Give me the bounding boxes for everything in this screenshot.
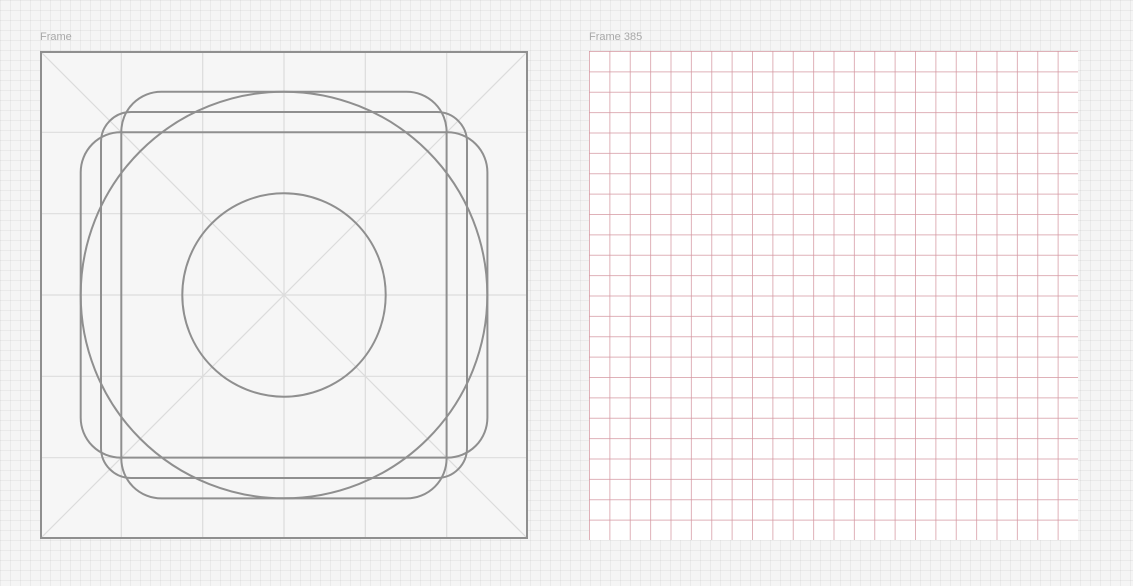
layout-grid-frame[interactable] [589,51,1078,540]
frame-385-label[interactable]: Frame 385 [589,31,642,44]
icon-keyline-frame[interactable] [40,51,528,539]
keyline-template-graphic [40,51,528,539]
frame-label[interactable]: Frame [40,31,72,44]
keyline-guides [40,51,528,539]
